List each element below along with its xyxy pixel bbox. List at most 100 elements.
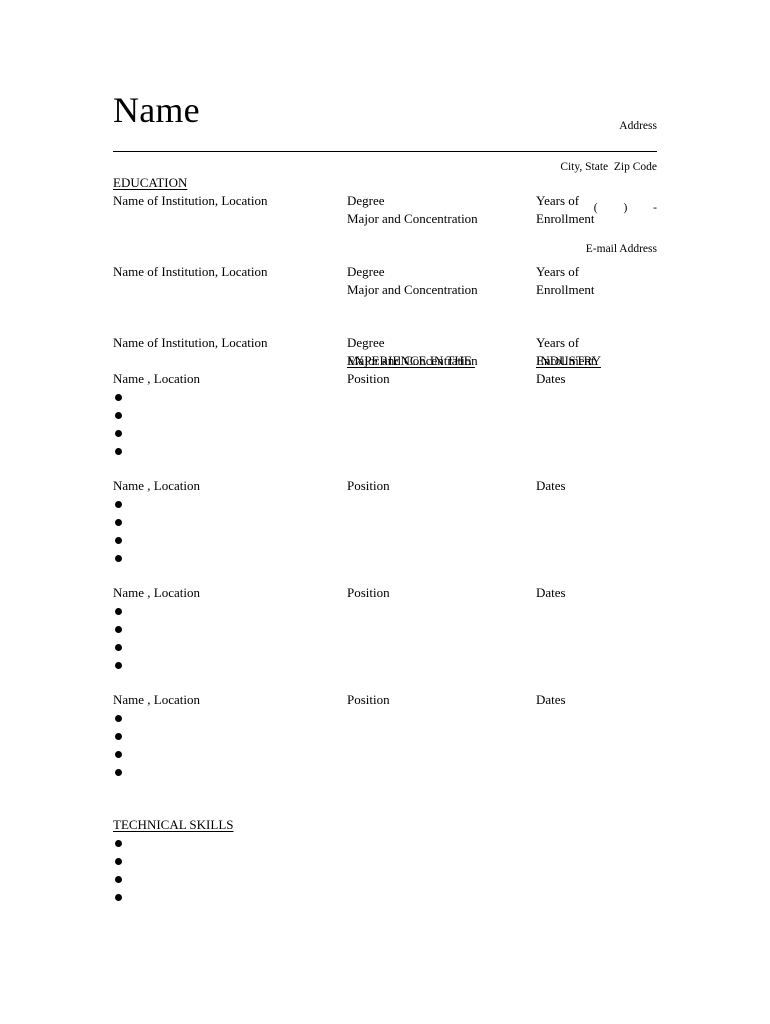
list-item[interactable] bbox=[113, 424, 413, 442]
experience-bullet-list bbox=[113, 602, 413, 674]
education-years-line2: Enrollment bbox=[536, 211, 595, 226]
experience-bullet-list bbox=[113, 495, 413, 567]
education-major: Major and Concentration bbox=[347, 282, 478, 297]
list-item[interactable] bbox=[113, 495, 413, 513]
education-spacer bbox=[113, 299, 657, 317]
experience-dates: Dates bbox=[536, 585, 566, 600]
bullet-text bbox=[135, 852, 413, 870]
bullet-text bbox=[135, 656, 413, 674]
experience-name-location: Name , Location bbox=[113, 478, 200, 493]
list-item[interactable] bbox=[113, 727, 413, 745]
education-institution: Name of Institution, Location bbox=[113, 193, 268, 208]
list-item[interactable] bbox=[113, 406, 413, 424]
section-heading-education: EDUCATION bbox=[113, 175, 188, 190]
education-spacer bbox=[113, 246, 657, 263]
list-item[interactable] bbox=[113, 709, 413, 727]
education-degree: Degree bbox=[347, 335, 385, 350]
header-divider bbox=[113, 151, 657, 152]
list-item[interactable] bbox=[113, 620, 413, 638]
experience-heading-row: EXPERIENCE IN THE INDUSTRY bbox=[113, 352, 657, 370]
experience-entry-header: Name , Location Position Dates bbox=[113, 477, 657, 495]
bullet-text bbox=[135, 727, 413, 745]
education-heading-row: EDUCATION bbox=[113, 174, 657, 192]
education-institution: Name of Institution, Location bbox=[113, 335, 268, 350]
list-item[interactable] bbox=[113, 531, 413, 549]
education-years-line1: Years of bbox=[536, 193, 580, 208]
list-item[interactable] bbox=[113, 870, 413, 888]
resume-header: Name Address City, State Zip Code ( ) - … bbox=[113, 88, 657, 255]
bullet-text bbox=[135, 531, 413, 549]
technical-skills-section: TECHNICAL SKILLS bbox=[113, 816, 657, 906]
education-entry: Name of Institution, Location Degree Yea… bbox=[113, 263, 657, 281]
bullet-text bbox=[135, 745, 413, 763]
bullet-text bbox=[135, 888, 413, 906]
list-item[interactable] bbox=[113, 656, 413, 674]
section-heading-industry: INDUSTRY bbox=[536, 353, 602, 368]
contact-city-state-zip-line: City, State Zip Code bbox=[560, 160, 657, 173]
list-item[interactable] bbox=[113, 763, 413, 781]
education-spacer bbox=[113, 228, 657, 246]
education-major: Major and Concentration bbox=[347, 211, 478, 226]
bullet-text bbox=[135, 709, 413, 727]
bullet-text bbox=[135, 763, 413, 781]
experience-position: Position bbox=[347, 371, 390, 386]
list-item[interactable] bbox=[113, 549, 413, 567]
experience-entry-header: Name , Location Position Dates bbox=[113, 584, 657, 602]
experience-name-location: Name , Location bbox=[113, 585, 200, 600]
education-years-line2: Enrollment bbox=[536, 282, 595, 297]
list-item[interactable] bbox=[113, 388, 413, 406]
education-entry-detail: Major and Concentration Enrollment bbox=[113, 281, 657, 299]
education-spacer bbox=[113, 317, 657, 334]
experience-bullet-list bbox=[113, 709, 413, 781]
experience-entry: Name , Location Position Dates bbox=[113, 691, 657, 781]
technical-skills-heading-row: TECHNICAL SKILLS bbox=[113, 816, 657, 834]
experience-position: Position bbox=[347, 692, 390, 707]
experience-position: Position bbox=[347, 478, 390, 493]
education-degree: Degree bbox=[347, 264, 385, 279]
contact-address-line: Address bbox=[619, 120, 657, 133]
bullet-text bbox=[135, 442, 413, 460]
experience-entry: Name , Location Position Dates bbox=[113, 477, 657, 567]
bullet-text bbox=[135, 834, 413, 852]
list-item[interactable] bbox=[113, 638, 413, 656]
list-item[interactable] bbox=[113, 852, 413, 870]
experience-bullet-list bbox=[113, 388, 413, 460]
experience-dates: Dates bbox=[536, 478, 566, 493]
experience-dates: Dates bbox=[536, 692, 566, 707]
education-institution: Name of Institution, Location bbox=[113, 264, 268, 279]
experience-entry-header: Name , Location Position Dates bbox=[113, 370, 657, 388]
bullet-text bbox=[135, 602, 413, 620]
education-years-line1: Years of bbox=[536, 335, 580, 350]
education-section: EDUCATION Name of Institution, Location … bbox=[113, 174, 657, 370]
experience-entry: Name , Location Position Dates bbox=[113, 584, 657, 674]
education-entry: Name of Institution, Location Degree Yea… bbox=[113, 192, 657, 210]
list-item[interactable] bbox=[113, 888, 413, 906]
experience-dates: Dates bbox=[536, 371, 566, 386]
resume-page: Name Address City, State Zip Code ( ) - … bbox=[0, 0, 770, 1024]
bullet-text bbox=[135, 495, 413, 513]
experience-entry-header: Name , Location Position Dates bbox=[113, 691, 657, 709]
list-item[interactable] bbox=[113, 602, 413, 620]
technical-skills-bullet-list bbox=[113, 834, 413, 906]
experience-position: Position bbox=[347, 585, 390, 600]
experience-entry: Name , Location Position Dates bbox=[113, 370, 657, 460]
bullet-text bbox=[135, 513, 413, 531]
section-heading-experience: EXPERIENCE IN THE bbox=[347, 353, 475, 368]
bullet-text bbox=[135, 549, 413, 567]
bullet-text bbox=[135, 638, 413, 656]
bullet-text bbox=[135, 870, 413, 888]
education-degree: Degree bbox=[347, 193, 385, 208]
list-item[interactable] bbox=[113, 745, 413, 763]
list-item[interactable] bbox=[113, 834, 413, 852]
bullet-text bbox=[135, 388, 413, 406]
list-item[interactable] bbox=[113, 442, 413, 460]
list-item[interactable] bbox=[113, 513, 413, 531]
experience-name-location: Name , Location bbox=[113, 692, 200, 707]
bullet-text bbox=[135, 620, 413, 638]
education-entry-detail: Major and Concentration Enrollment bbox=[113, 210, 657, 228]
experience-name-location: Name , Location bbox=[113, 371, 200, 386]
bullet-text bbox=[135, 406, 413, 424]
education-years-line1: Years of bbox=[536, 264, 580, 279]
page-title: Name bbox=[113, 90, 200, 130]
bullet-text bbox=[135, 424, 413, 442]
